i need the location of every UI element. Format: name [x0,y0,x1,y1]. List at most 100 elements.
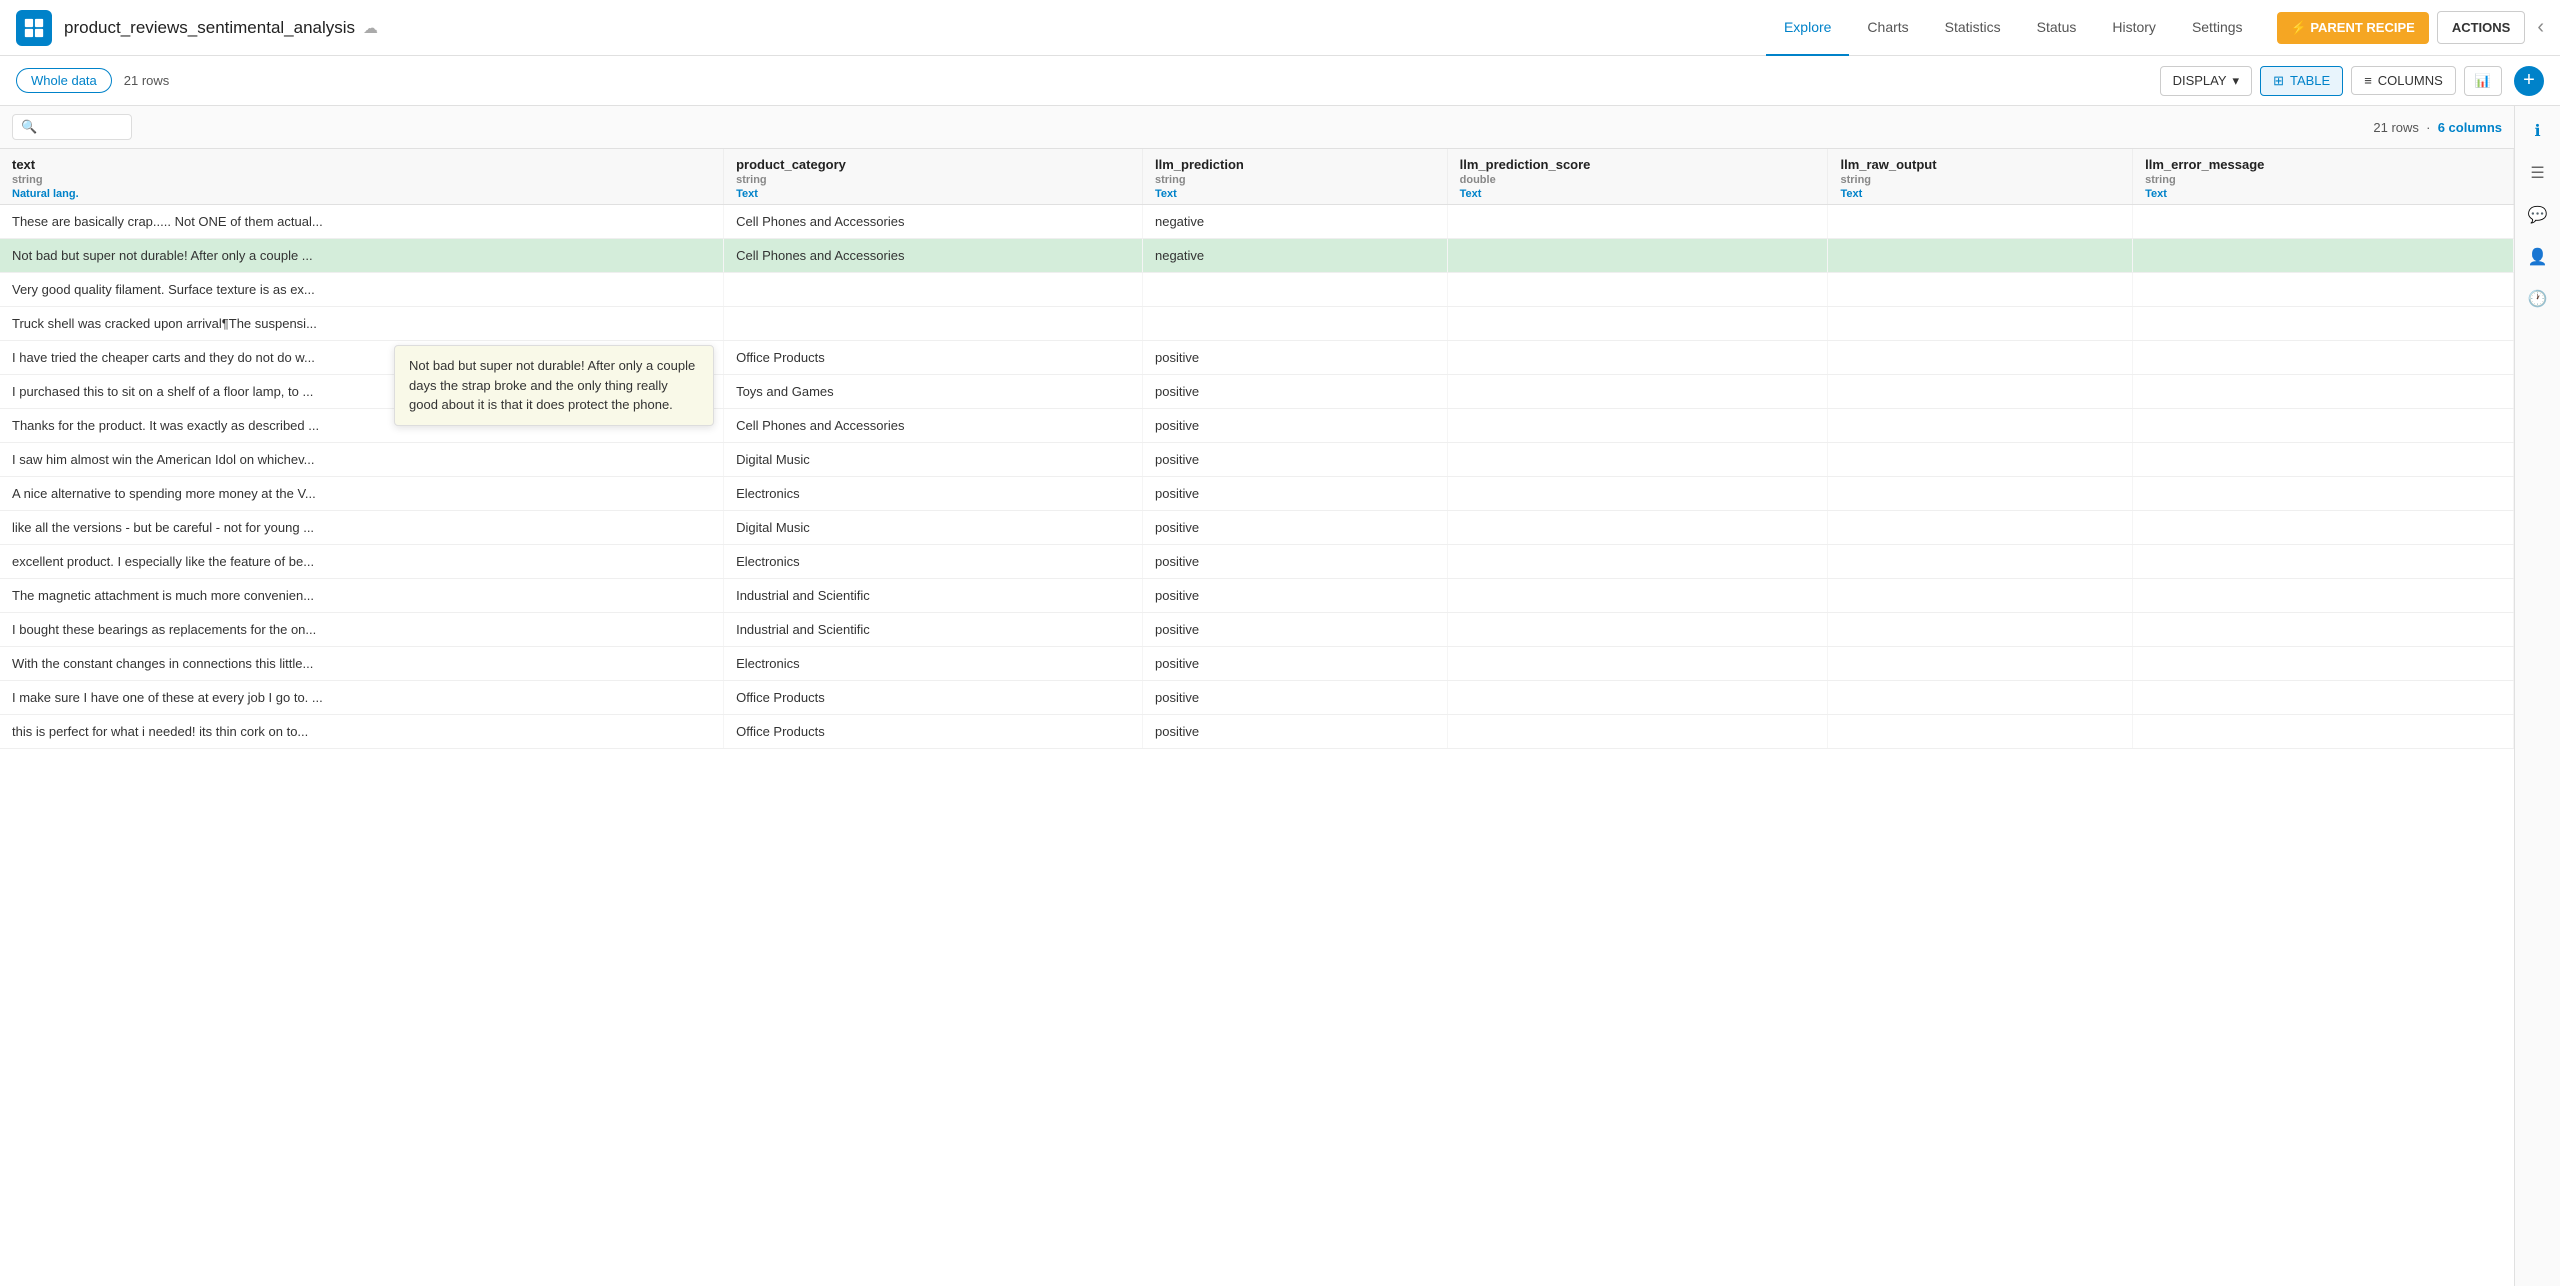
table-row[interactable]: like all the versions - but be careful -… [0,511,2514,545]
search-icon: 🔍 [21,119,37,135]
data-table: text string Natural lang. product_catego… [0,149,2514,749]
table-cell: Industrial and Scientific [724,613,1143,647]
display-button[interactable]: DISPLAY ▾ [2160,66,2252,96]
table-row[interactable]: Thanks for the product. It was exactly a… [0,409,2514,443]
tab-charts[interactable]: Charts [1849,0,1926,56]
table-cell [2133,205,2514,239]
parent-recipe-button[interactable]: ⚡ PARENT RECIPE [2277,12,2429,44]
table-row[interactable]: Very good quality filament. Surface text… [0,273,2514,307]
table-cell: negative [1142,239,1447,273]
table-cell [1828,681,2133,715]
table-row[interactable]: I have tried the cheaper carts and they … [0,341,2514,375]
table-cell: I make sure I have one of these at every… [0,681,724,715]
table-cell: I bought these bearings as replacements … [0,613,724,647]
table-cell [1828,239,2133,273]
tooltip-popup: Not bad but super not durable! After onl… [394,345,714,426]
col-header-error: llm_error_message string Text [2133,149,2514,205]
table-cell [2133,511,2514,545]
table-cell [1447,647,1828,681]
table-cell [1447,579,1828,613]
table-cell: Office Products [724,681,1143,715]
table-row[interactable]: The magnetic attachment is much more con… [0,579,2514,613]
chart-icon-button[interactable]: 📊 [2464,66,2502,96]
table-cell [2133,477,2514,511]
table-row[interactable]: I purchased this to sit on a shelf of a … [0,375,2514,409]
back-button[interactable]: ‹ [2537,16,2544,39]
whole-data-badge[interactable]: Whole data [16,68,112,93]
table-cell [1828,613,2133,647]
search-input[interactable] [41,120,121,135]
col-header-raw: llm_raw_output string Text [1828,149,2133,205]
user-sidebar-icon[interactable]: 👤 [2521,240,2555,274]
table-cell: Cell Phones and Accessories [724,205,1143,239]
table-cell: positive [1142,341,1447,375]
table-cell [1828,205,2133,239]
chat-sidebar-icon[interactable]: 💬 [2521,198,2555,232]
table-row[interactable]: Not bad but super not durable! After onl… [0,239,2514,273]
table-cell [2133,341,2514,375]
table-cell: positive [1142,613,1447,647]
table-row[interactable]: These are basically crap..... Not ONE of… [0,205,2514,239]
clock-sidebar-icon[interactable]: 🕐 [2521,282,2555,316]
table-row[interactable]: Truck shell was cracked upon arrival¶The… [0,307,2514,341]
table-cell [1142,307,1447,341]
table-cell: These are basically crap..... Not ONE of… [0,205,724,239]
table-cell [1447,477,1828,511]
table-cell [1447,341,1828,375]
table-grid-icon: ⊞ [2273,73,2284,89]
table-cell [1447,715,1828,749]
score-text-link[interactable]: Text [1460,188,1816,200]
actions-button[interactable]: ACTIONS [2437,11,2526,44]
table-cell: Electronics [724,647,1143,681]
prediction-text-link[interactable]: Text [1155,188,1435,200]
table-row[interactable]: I make sure I have one of these at every… [0,681,2514,715]
table-cell: Cell Phones and Accessories [724,239,1143,273]
table-cell: A nice alternative to spending more mone… [0,477,724,511]
add-button[interactable]: + [2514,66,2544,96]
menu-sidebar-icon[interactable]: ☰ [2521,156,2555,190]
tab-status[interactable]: Status [2019,0,2095,56]
app-logo[interactable] [16,10,52,46]
table-cell [2133,307,2514,341]
table-cell [2133,647,2514,681]
table-cell: positive [1142,647,1447,681]
table-row[interactable]: this is perfect for what i needed! its t… [0,715,2514,749]
table-button[interactable]: ⊞ TABLE [2260,66,2343,96]
table-cell [1447,681,1828,715]
rows-cols-info: 21 rows · 6 columns [2373,120,2502,135]
category-text-link[interactable]: Text [736,188,1130,200]
table-cell: positive [1142,681,1447,715]
table-cell [1447,307,1828,341]
table-row[interactable]: With the constant changes in connections… [0,647,2514,681]
table-row[interactable]: A nice alternative to spending more mone… [0,477,2514,511]
table-cell: Cell Phones and Accessories [724,409,1143,443]
table-cell [2133,613,2514,647]
columns-button[interactable]: ≡ COLUMNS [2351,66,2456,95]
table-cell: Toys and Games [724,375,1143,409]
table-row[interactable]: I saw him almost win the American Idol o… [0,443,2514,477]
col-header-text: text string Natural lang. [0,149,724,205]
cols-count: 6 columns [2438,120,2502,135]
tab-statistics[interactable]: Statistics [1927,0,2019,56]
natural-lang-link[interactable]: Natural lang. [12,188,711,200]
table-cell [1447,511,1828,545]
tab-explore[interactable]: Explore [1766,0,1849,56]
raw-text-link[interactable]: Text [1840,188,2120,200]
toolbar-right: DISPLAY ▾ ⊞ TABLE ≡ COLUMNS 📊 + [2160,66,2544,96]
info-sidebar-icon[interactable]: ℹ [2521,114,2555,148]
table-cell: positive [1142,409,1447,443]
table-cell: Digital Music [724,511,1143,545]
error-text-link[interactable]: Text [2145,188,2501,200]
table-cell: this is perfect for what i needed! its t… [0,715,724,749]
tab-settings[interactable]: Settings [2174,0,2261,56]
bar-chart-icon: 📊 [2475,73,2491,88]
table-row[interactable]: I bought these bearings as replacements … [0,613,2514,647]
table-cell: Office Products [724,715,1143,749]
table-row[interactable]: excellent product. I especially like the… [0,545,2514,579]
tab-history[interactable]: History [2094,0,2174,56]
table-header: text string Natural lang. product_catego… [0,149,2514,205]
table-cell [2133,545,2514,579]
table-cell: like all the versions - but be careful -… [0,511,724,545]
table-cell [1828,307,2133,341]
display-label: DISPLAY [2173,73,2227,88]
